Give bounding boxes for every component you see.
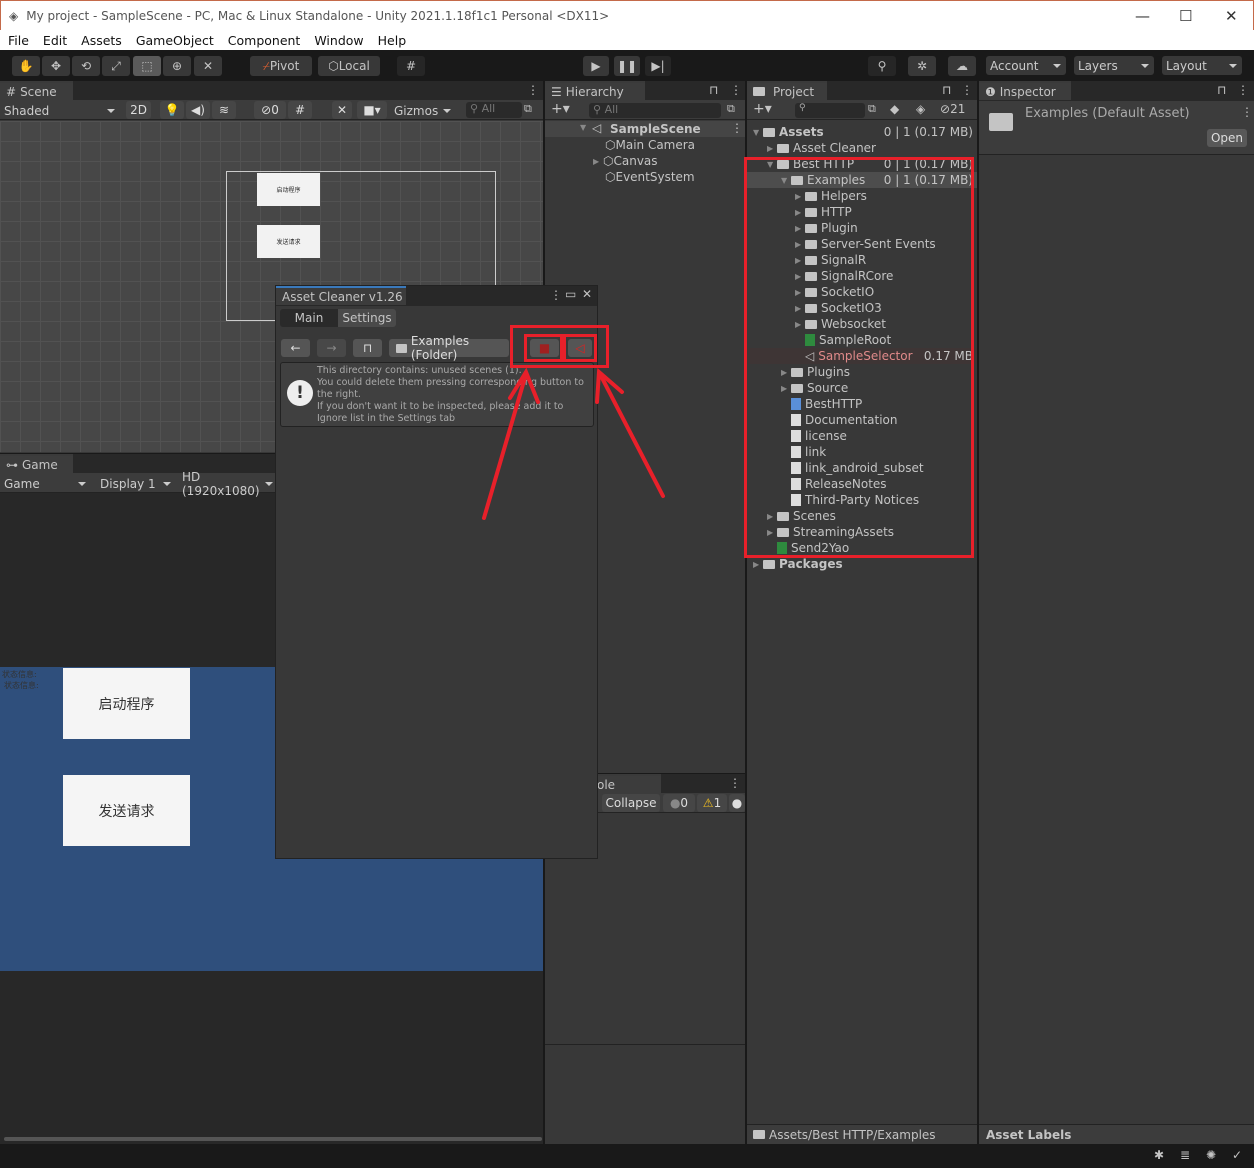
arrow-line	[482, 372, 528, 520]
arrow-line	[598, 372, 665, 498]
annotation-arrows	[482, 367, 665, 520]
